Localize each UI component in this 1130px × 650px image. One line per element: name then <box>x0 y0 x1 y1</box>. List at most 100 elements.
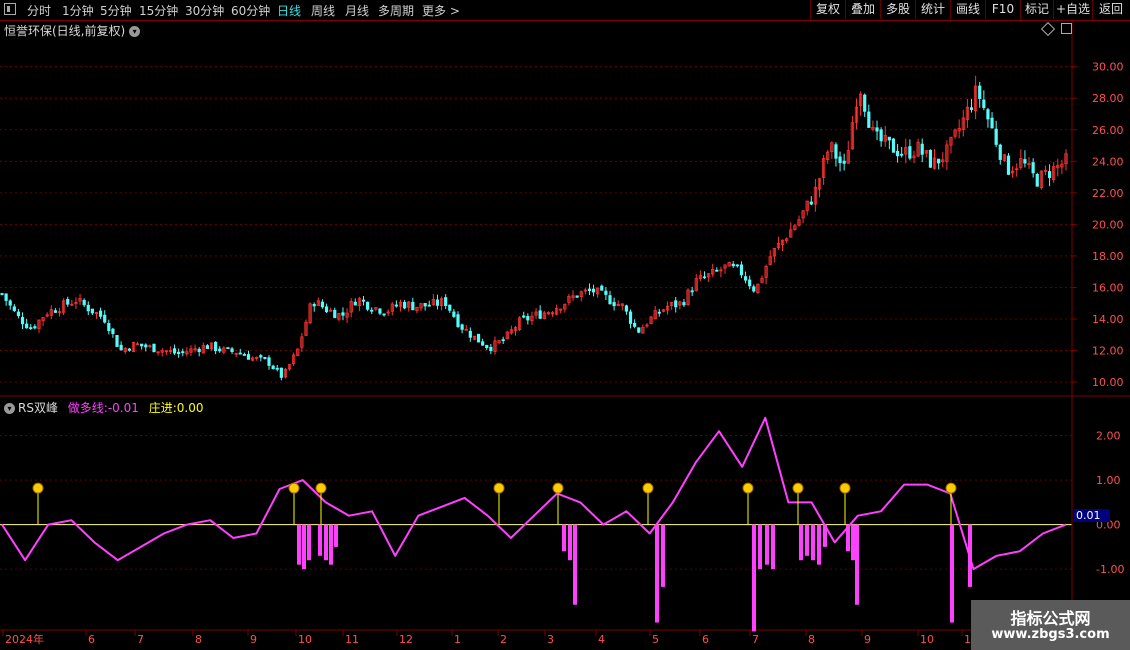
date-tick-label: 7 <box>137 633 144 646</box>
candle-down <box>591 288 596 293</box>
statistics-button[interactable]: 统计 <box>915 0 950 19</box>
candle-down <box>279 367 283 378</box>
period-toolbar: 分时 1分钟 5分钟 15分钟 30分钟 60分钟 日线 周线 月线 多周期 更… <box>0 0 1130 21</box>
candle-down <box>1031 162 1035 174</box>
candle-down <box>12 306 16 312</box>
date-tick-label: 7 <box>752 633 759 646</box>
candle-down <box>990 117 994 129</box>
add-watchlist-button[interactable]: +自选 <box>1053 0 1092 19</box>
period-tab-daily[interactable]: 日线 <box>277 2 301 19</box>
candle-down <box>731 263 735 267</box>
period-tab-60min[interactable]: 60分钟 <box>231 2 270 19</box>
indicator-bar <box>661 524 665 587</box>
candle-down <box>205 345 210 350</box>
price-tick-label: 18.00 <box>1092 250 1124 263</box>
candlestick-series[interactable] <box>0 75 1068 381</box>
candle-down <box>152 343 156 353</box>
panel-toggle-icon[interactable] <box>1061 23 1072 34</box>
date-tick-label: 8 <box>195 633 202 646</box>
candle-down <box>1047 171 1052 179</box>
candle-down <box>743 276 748 281</box>
indicator-bar <box>297 524 301 565</box>
period-tab-30min[interactable]: 30分钟 <box>185 2 224 19</box>
candle-down <box>489 346 493 352</box>
mark-button[interactable]: 标记 <box>1020 0 1053 19</box>
candle-down <box>538 310 542 319</box>
candle-down <box>275 367 279 370</box>
indicator-bar <box>655 524 659 623</box>
candle-down <box>435 299 440 306</box>
period-tab-15min[interactable]: 15分钟 <box>139 2 178 19</box>
candle-down <box>633 322 637 327</box>
money-bag-icon <box>642 482 654 494</box>
candle-down <box>448 304 452 311</box>
price-tick-label: 26.00 <box>1092 124 1124 137</box>
line2-label: 庄进: <box>148 401 177 415</box>
candle-down <box>969 107 974 110</box>
multi-stock-button[interactable]: 多股 <box>880 0 915 19</box>
date-tick-label: 6 <box>702 633 709 646</box>
money-bag-icon <box>839 482 851 494</box>
overlay-button[interactable]: 叠加 <box>845 0 880 19</box>
money-bag-icon <box>315 482 327 494</box>
date-tick-label: 1 <box>454 633 461 646</box>
money-bag-icon <box>493 482 505 494</box>
candle-down <box>98 310 103 317</box>
period-tab-fenshi[interactable]: 分时 <box>27 2 51 19</box>
candle-down <box>246 354 251 360</box>
period-tab-more[interactable]: 更多 > <box>422 2 460 19</box>
candle-down <box>702 276 707 279</box>
current-value-badge: 0.01 <box>1074 509 1110 522</box>
indicator-bar <box>771 524 775 570</box>
price-tick-label: 28.00 <box>1092 92 1124 105</box>
candle-down <box>394 304 398 307</box>
period-tab-1min[interactable]: 1分钟 <box>62 2 94 19</box>
fuquan-button[interactable]: 复权 <box>810 0 845 19</box>
candle-down <box>218 348 222 352</box>
indicator-tick-label: -1.00 <box>1096 563 1124 576</box>
price-tick-label: 14.00 <box>1092 313 1124 326</box>
candle-down <box>333 309 337 319</box>
candle-down <box>259 355 263 358</box>
period-tab-weekly[interactable]: 周线 <box>311 2 335 19</box>
candle-down <box>86 304 90 312</box>
indicator-tick-label: 2.00 <box>1096 430 1121 443</box>
candle-down <box>526 315 530 321</box>
money-bag-icon <box>288 482 300 494</box>
watermark: 指标公式网 www.zbgs3.com <box>971 600 1130 650</box>
period-tab-monthly[interactable]: 月线 <box>345 2 369 19</box>
date-tick-label: 8 <box>808 633 815 646</box>
candle-down <box>887 136 891 141</box>
candle-down <box>481 341 485 346</box>
indicator-name: RS双峰 <box>18 401 58 415</box>
candle-down <box>752 286 756 292</box>
candle-down <box>66 299 70 305</box>
candle-down <box>891 138 896 153</box>
candle-down <box>444 297 448 306</box>
candle-down <box>181 351 185 354</box>
candle-down <box>382 313 386 316</box>
chart-canvas[interactable]: 30.0028.0026.0024.0022.0020.0018.0016.00… <box>0 0 1130 650</box>
draw-line-button[interactable]: 画线 <box>950 0 985 19</box>
window-icon[interactable] <box>4 3 16 15</box>
money-bag-icon <box>792 482 804 494</box>
chevron-down-icon[interactable]: ▾ <box>4 403 15 414</box>
indicator-bar <box>950 524 954 623</box>
candle-down <box>452 311 456 317</box>
candle-down <box>370 309 374 312</box>
candle-down <box>378 308 382 314</box>
candle-down <box>324 306 329 313</box>
candle-down <box>612 302 616 307</box>
back-button[interactable]: 返回 <box>1092 0 1129 19</box>
indicator-line[interactable] <box>1 416 1067 571</box>
period-tab-multi[interactable]: 多周期 <box>378 2 414 19</box>
candle-down <box>875 127 879 132</box>
candle-down <box>468 330 472 338</box>
candle-down <box>214 341 218 351</box>
date-tick-label: 11 <box>345 633 359 646</box>
period-tab-5min[interactable]: 5分钟 <box>100 2 132 19</box>
chevron-down-icon[interactable]: ▾ <box>129 26 141 37</box>
date-tick-label: 6 <box>88 633 95 646</box>
f10-button[interactable]: F10 <box>985 0 1020 19</box>
chart-frame <box>0 20 1130 650</box>
